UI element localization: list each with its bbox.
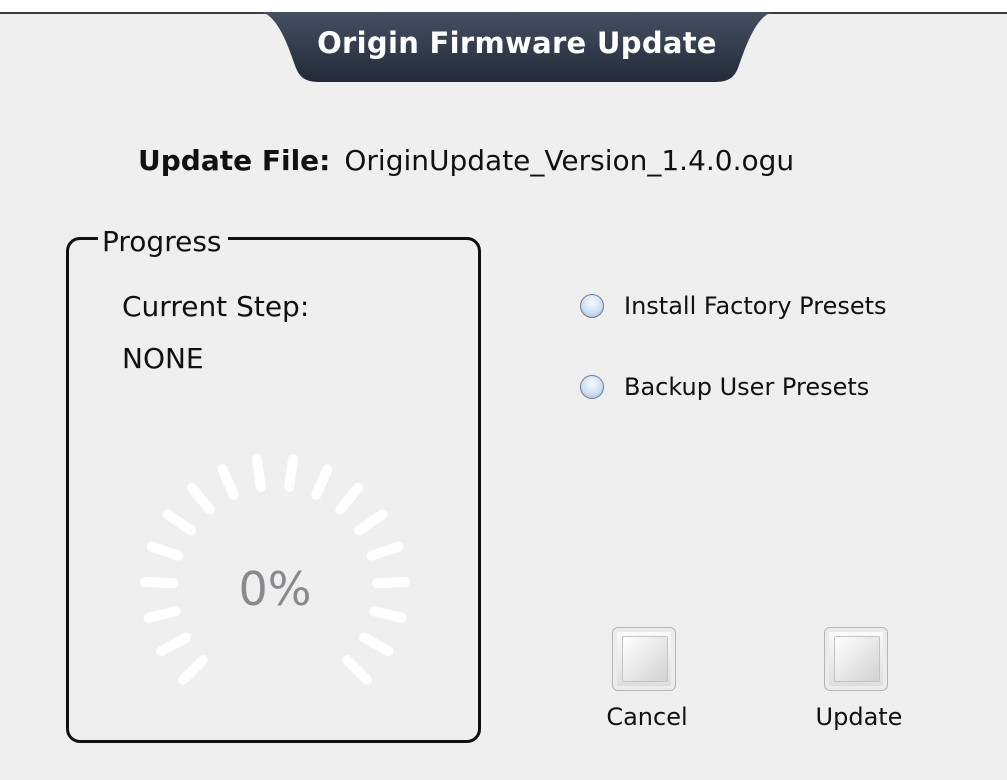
gauge-segment (354, 509, 388, 536)
gauge-segment (252, 454, 266, 492)
gauge-segment (156, 632, 191, 657)
gauge-segment (311, 464, 333, 500)
cancel-button[interactable] (612, 627, 676, 691)
current-step-value: NONE (122, 342, 204, 375)
gauge-segment (366, 541, 404, 561)
backup-user-presets-radio[interactable] (580, 375, 604, 399)
gauge-segment (335, 483, 364, 515)
update-file-label: Update File: (138, 144, 331, 177)
backup-user-presets-label: Backup User Presets (624, 373, 870, 401)
gauge-segment (217, 464, 239, 500)
update-file-row: Update File: OriginUpdate_Version_1.4.0.o… (138, 144, 794, 177)
backup-user-presets-option[interactable]: Backup User Presets (580, 373, 869, 401)
update-button-label[interactable]: Update (789, 703, 929, 731)
update-button-icon (834, 636, 880, 682)
cancel-button-icon (622, 636, 668, 682)
top-strip (0, 0, 1007, 12)
window-title: Origin Firmware Update (317, 26, 717, 60)
gauge-segment (146, 541, 184, 561)
progress-percent: 0% (238, 562, 312, 616)
gauge-segment (186, 483, 215, 515)
title-tab: Origin Firmware Update (262, 12, 772, 84)
gauge-segment (359, 632, 394, 657)
update-button[interactable] (824, 627, 888, 691)
gauge-segment (162, 509, 196, 536)
gauge-segment (178, 655, 208, 685)
install-factory-presets-option[interactable]: Install Factory Presets (580, 292, 887, 320)
gauge-segment (284, 454, 298, 492)
cancel-button-label[interactable]: Cancel (577, 703, 717, 731)
install-factory-presets-label: Install Factory Presets (624, 292, 887, 320)
update-file-name: OriginUpdate_Version_1.4.0.ogu (344, 144, 795, 177)
progress-legend: Progress (98, 225, 228, 258)
install-factory-presets-radio[interactable] (580, 294, 604, 318)
gauge-segment (342, 655, 372, 685)
current-step-label: Current Step: (122, 290, 310, 323)
